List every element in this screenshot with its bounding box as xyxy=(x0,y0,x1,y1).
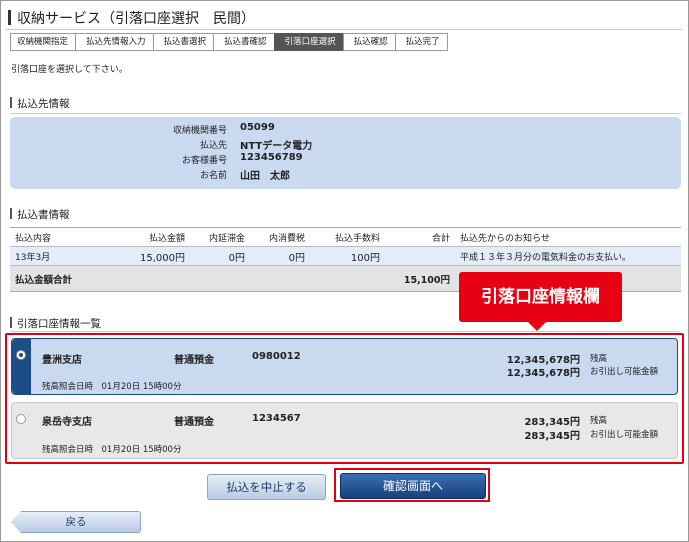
account-branch: 豊洲支店 xyxy=(42,355,82,366)
bill-col-content: 払込内容 xyxy=(10,227,102,247)
instruction-text: 引落口座を選択して下さい。 xyxy=(11,65,128,75)
bill-col-amount: 払込金額 xyxy=(102,227,190,247)
table-row: 13年3月 15,000円 0円 0円 100円 平成１３年３月分の電気料金のお… xyxy=(10,246,681,266)
bill-col-tax: 内消費税 xyxy=(250,227,310,247)
account-number: 0980012 xyxy=(252,351,301,362)
bill-header-row: 払込内容 払込金額 内延滞金 内消費税 払込手数料 合計 払込先からのお知らせ xyxy=(10,227,681,247)
payee-value-name: 山田 太郎 xyxy=(240,171,290,182)
account-available: 283,345円 xyxy=(524,431,580,442)
step-4: 払込書確認 xyxy=(213,33,274,51)
callout-pointer xyxy=(528,322,546,331)
bill-col-late-fee: 内延滞金 xyxy=(190,227,250,247)
bill-cell-tax: 0円 xyxy=(250,246,310,266)
account-option-2[interactable]: 泉岳寺支店 普通預金 1234567 283,345円 残高 283,345円 … xyxy=(11,402,678,459)
account-inquiry-time: 残高照会日時 01月20日 15時00分 xyxy=(42,445,182,455)
step-indicator: 収納機関指定 払込先情報入力 払込書選択 払込書確認 引落口座選択 払込確認 払… xyxy=(10,33,448,51)
account-selector-strip xyxy=(12,339,31,394)
payee-label-customer-no: お客様番号 xyxy=(181,156,227,166)
back-button[interactable]: 戻る xyxy=(11,511,141,533)
account-info-callout: 引落口座情報欄 xyxy=(459,272,622,322)
payee-value-org-no: 05099 xyxy=(240,122,275,133)
account-available: 12,345,678円 xyxy=(506,368,580,379)
page-title: 収納サービス（引落口座選択 民間） xyxy=(8,8,255,28)
bill-cell-notice: 平成１３年３月分の電気料金のお支払い。 xyxy=(455,246,681,266)
payee-divider xyxy=(10,113,681,114)
payee-label-org-no: 収納機関番号 xyxy=(172,126,227,136)
cancel-payment-button[interactable]: 払込を中止する xyxy=(207,474,326,500)
payee-label-payee: 払込先 xyxy=(199,141,227,151)
payee-section-title: 払込先情報 xyxy=(10,96,70,111)
account-available-label: お引出し可能金額 xyxy=(590,430,659,440)
account-option-1[interactable]: 豊洲支店 普通預金 0980012 12,345,678円 残高 12,345,… xyxy=(11,338,678,395)
payee-value-payee: NTTデータ電力 xyxy=(240,141,313,152)
account-radio-1[interactable] xyxy=(16,350,26,360)
payee-label-name: お名前 xyxy=(199,171,227,181)
section-marker xyxy=(10,97,12,108)
title-divider xyxy=(6,29,682,30)
payee-value-customer-no: 123456789 xyxy=(240,152,303,163)
bill-total-value: 15,100円 xyxy=(385,265,455,292)
account-selector-strip xyxy=(12,403,31,458)
step-1: 収納機関指定 xyxy=(10,33,76,51)
step-2: 払込先情報入力 xyxy=(75,33,153,51)
step-3: 払込書選択 xyxy=(152,33,214,51)
account-radio-2[interactable] xyxy=(16,414,26,424)
confirm-button[interactable]: 確認画面へ xyxy=(340,473,486,499)
bill-cell-total xyxy=(385,246,455,266)
bill-cell-content: 13年3月 xyxy=(10,246,102,266)
account-branch: 泉岳寺支店 xyxy=(42,417,92,428)
step-7: 払込完了 xyxy=(394,33,448,51)
account-section-title: 引落口座情報一覧 xyxy=(10,316,101,331)
account-list-highlight: 豊洲支店 普通預金 0980012 12,345,678円 残高 12,345,… xyxy=(5,333,684,464)
account-inquiry-time: 残高照会日時 01月20日 15時00分 xyxy=(42,382,182,392)
step-5-current: 引落口座選択 xyxy=(273,33,343,51)
account-divider xyxy=(10,331,681,332)
account-number: 1234567 xyxy=(252,413,301,424)
bill-col-total: 合計 xyxy=(385,227,455,247)
bill-total-label: 払込金額合計 xyxy=(10,265,190,292)
account-balance-label: 残高 xyxy=(590,416,608,426)
payee-info-panel: 収納機関番号 05099 払込先 NTTデータ電力 お客様番号 12345678… xyxy=(10,117,681,189)
radio-selected-dot xyxy=(19,353,23,357)
section-marker xyxy=(10,208,12,219)
account-type: 普通預金 xyxy=(174,417,214,428)
account-available-label: お引出し可能金額 xyxy=(590,367,659,377)
section-marker xyxy=(10,317,12,328)
bill-col-fee: 払込手数料 xyxy=(310,227,385,247)
title-bar-marker xyxy=(8,10,11,25)
bill-col-notice: 払込先からのお知らせ xyxy=(455,227,681,247)
bill-cell-late-fee: 0円 xyxy=(190,246,250,266)
bill-section-title: 払込書情報 xyxy=(10,207,70,222)
account-balance-label: 残高 xyxy=(590,354,608,364)
step-6: 払込確認 xyxy=(342,33,395,51)
account-balance: 283,345円 xyxy=(524,417,580,428)
account-type: 普通預金 xyxy=(174,355,214,366)
bill-cell-amount: 15,000円 xyxy=(102,246,190,266)
bill-cell-fee: 100円 xyxy=(310,246,385,266)
